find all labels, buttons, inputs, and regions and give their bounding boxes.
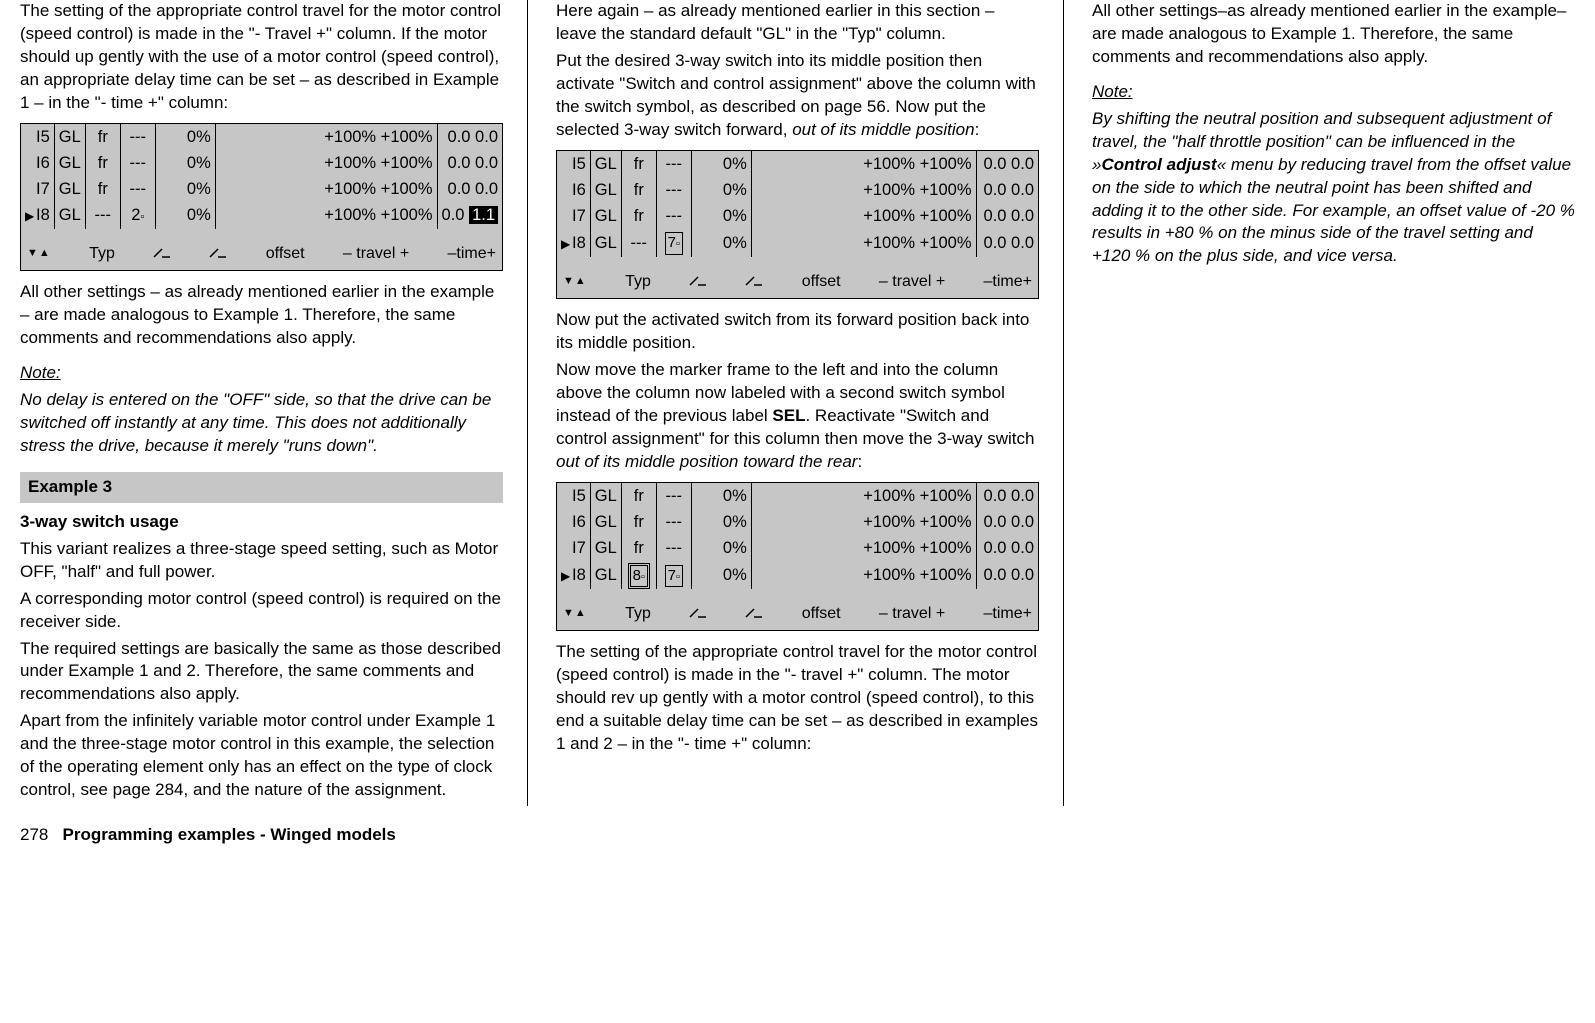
col-time-label: –time+ [447, 243, 495, 265]
table-row: ▶I8GL8▫7▫0%+100% +100%0.0 0.0 [557, 562, 1038, 589]
page-title: Programming examples - Winged models [63, 825, 396, 844]
row-marker-icon: ▶ [25, 208, 36, 224]
note-label: Note: [20, 362, 503, 385]
col2-p2: Put the desired 3-way switch into its mi… [556, 50, 1039, 142]
col2-p1: Here again – as already mentioned earlie… [556, 0, 1039, 46]
row-marker-icon: ▶ [561, 568, 572, 584]
col-typ-label: Typ [625, 603, 651, 625]
table-row: I7GLfr---0%+100% +100%0.0 0.0 [21, 176, 502, 202]
switch-icon-1 [689, 603, 707, 625]
col-offset-label: offset [266, 243, 305, 265]
col-offset-label: offset [802, 603, 841, 625]
col-offset-label: offset [802, 271, 841, 293]
table-row: I5GLfr---0%+100% +100%0.0 0.0 [557, 151, 1038, 177]
col2-p3: Now put the activated switch from its fo… [556, 309, 1039, 355]
table-3-footer: ▼▲ Typ offset – travel + –time+ [557, 589, 1038, 631]
table-1-footer: ▼▲ Typ offset – travel + –time+ [21, 229, 502, 271]
scroll-arrows-icon: ▼▲ [563, 606, 587, 621]
ex3-p1: This variant realizes a three-stage spee… [20, 538, 503, 584]
column-1: The setting of the appropriate control t… [20, 0, 528, 806]
scroll-arrows-icon: ▼▲ [563, 274, 587, 289]
switch-icon-2 [209, 243, 227, 265]
table-row: I5GLfr---0%+100% +100%0.0 0.0 [21, 124, 502, 150]
table-row: I6GLfr---0%+100% +100%0.0 0.0 [557, 509, 1038, 535]
row-marker-icon: ▶ [561, 236, 572, 252]
table-row: ▶I8GL---2▫0%+100% +100%0.0 1.1 [21, 202, 502, 228]
table-row: I6GLfr---0%+100% +100%0.0 0.0 [21, 150, 502, 176]
col2-p5: The setting of the appropriate control t… [556, 641, 1039, 756]
col-time-label: –time+ [983, 603, 1031, 625]
table-row: I6GLfr---0%+100% +100%0.0 0.0 [557, 177, 1038, 203]
page-footer: 278 Programming examples - Winged models [20, 824, 1575, 847]
ex3-p3: The required settings are basically the … [20, 638, 503, 707]
col-typ-label: Typ [89, 243, 115, 265]
scroll-arrows-icon: ▼▲ [27, 246, 51, 261]
ex3-p4: Apart from the infinitely variable motor… [20, 710, 503, 802]
col3-note-label: Note: [1092, 81, 1575, 104]
table-row: I7GLfr---0%+100% +100%0.0 0.0 [557, 203, 1038, 229]
col3-note-body: By shifting the neutral position and sub… [1092, 108, 1575, 269]
col1-intro: The setting of the appropriate control t… [20, 0, 503, 115]
example-3-header: Example 3 [20, 472, 503, 503]
table-row: I7GLfr---0%+100% +100%0.0 0.0 [557, 535, 1038, 561]
page-number: 278 [20, 825, 48, 844]
switch-icon-1 [153, 243, 171, 265]
col-typ-label: Typ [625, 271, 651, 293]
col3-p1: All other settings–as already mentioned … [1092, 0, 1575, 69]
col2-p4: Now move the marker frame to the left an… [556, 359, 1039, 474]
col1-p2: All other settings – as already mentione… [20, 281, 503, 350]
col-time-label: –time+ [983, 271, 1031, 293]
switch-icon-1 [689, 271, 707, 293]
ex3-p2: A corresponding motor control (speed con… [20, 588, 503, 634]
col-travel-label: – travel + [879, 271, 945, 293]
note-body: No delay is entered on the "OFF" side, s… [20, 389, 503, 458]
column-3: All other settings–as already mentioned … [1092, 0, 1575, 806]
table-3: I5GLfr---0%+100% +100%0.0 0.0I6GLfr---0%… [556, 482, 1039, 632]
col-travel-label: – travel + [343, 243, 409, 265]
table-2: I5GLfr---0%+100% +100%0.0 0.0I6GLfr---0%… [556, 150, 1039, 300]
table-2-footer: ▼▲ Typ offset – travel + –time+ [557, 257, 1038, 299]
switch-icon-2 [745, 271, 763, 293]
col-travel-label: – travel + [879, 603, 945, 625]
table-1: I5GLfr---0%+100% +100%0.0 0.0I6GLfr---0%… [20, 123, 503, 272]
example-3-subhead: 3-way switch usage [20, 511, 503, 534]
table-row: I5GLfr---0%+100% +100%0.0 0.0 [557, 483, 1038, 509]
table-row: ▶I8GL---7▫0%+100% +100%0.0 0.0 [557, 229, 1038, 256]
switch-icon-2 [745, 603, 763, 625]
column-2: Here again – as already mentioned earlie… [556, 0, 1064, 806]
